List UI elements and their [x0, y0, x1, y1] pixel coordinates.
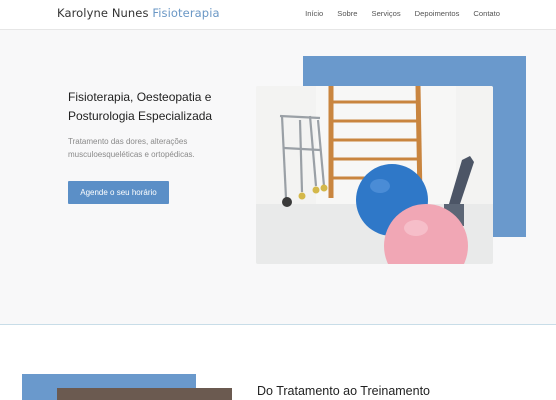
physio-room-illustration — [256, 86, 493, 264]
site-logo[interactable]: Karolyne Nunes Fisioterapia — [57, 6, 220, 20]
nav-depoimentos[interactable]: Depoimentos — [415, 9, 460, 18]
section2-photo — [57, 388, 232, 400]
schedule-button[interactable]: Agende o seu horário — [68, 181, 169, 204]
nav-contato[interactable]: Contato — [473, 9, 500, 18]
logo-name: Karolyne Nunes — [57, 6, 149, 20]
site-header: Karolyne Nunes Fisioterapia Início Sobre… — [0, 0, 556, 30]
hero-subtitle: Tratamento das dores, alterações musculo… — [68, 137, 195, 159]
main-nav: Início Sobre Serviços Depoimentos Contat… — [305, 9, 500, 18]
nav-inicio[interactable]: Início — [305, 9, 323, 18]
nav-servicos[interactable]: Serviços — [372, 9, 401, 18]
hero-title: Fisioterapia, Oesteopatia e Posturologia… — [68, 90, 213, 123]
hero-photo — [256, 86, 493, 264]
logo-brand: Fisioterapia — [152, 6, 220, 20]
nav-sobre[interactable]: Sobre — [337, 9, 357, 18]
hero-section: Fisioterapia, Oesteopatia e Posturologia… — [0, 30, 556, 325]
section2-title: Do Tratamento ao Treinamento — [257, 384, 431, 398]
